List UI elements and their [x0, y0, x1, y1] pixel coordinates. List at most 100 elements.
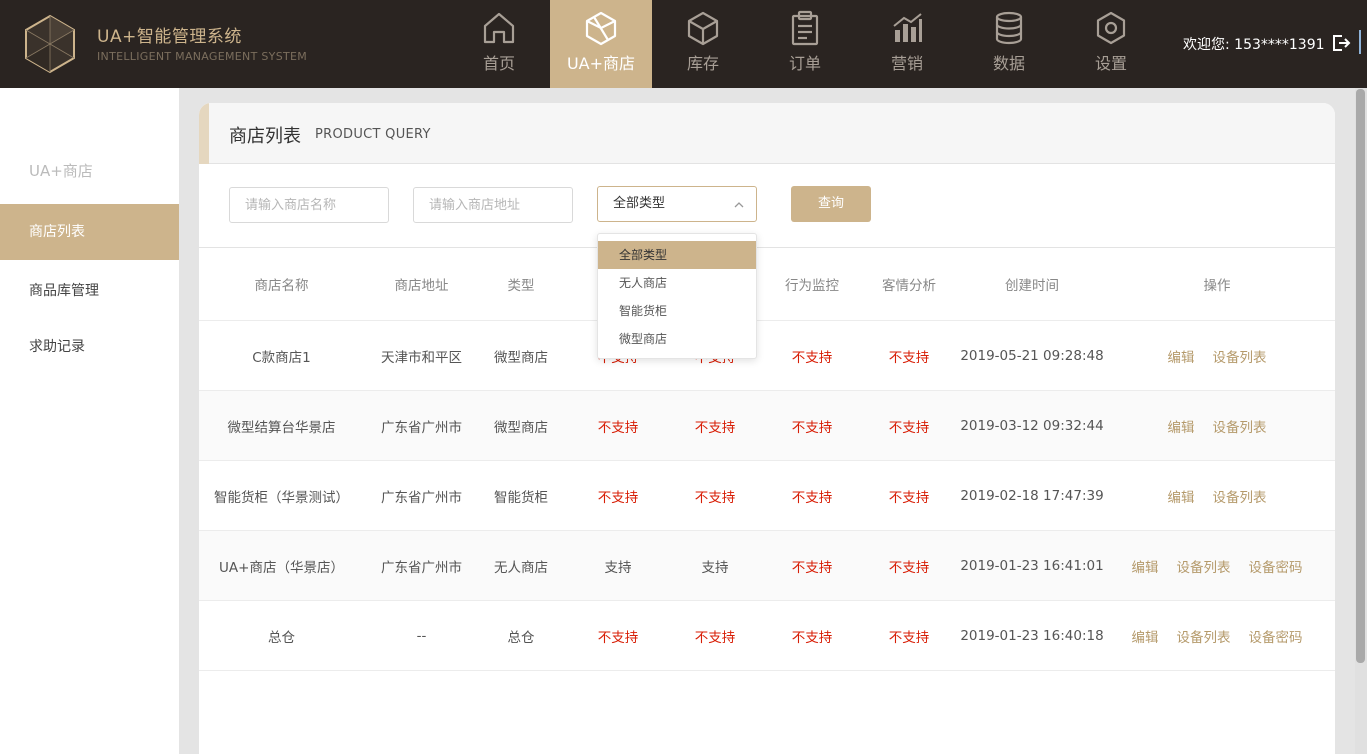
header-actions: 操作 — [1203, 278, 1231, 294]
cell-customer-analysis: 不支持 — [888, 559, 930, 576]
header-created-time: 创建时间 — [1005, 278, 1059, 294]
nav-orders[interactable]: 订单 — [754, 0, 856, 88]
table-row: UA+商店（华景店） 广东省广州市 无人商店 支持 支持 不支持 不支持 201… — [199, 531, 1335, 601]
query-button[interactable]: 查询 — [791, 186, 871, 222]
table-row: 微型结算台华景店 广东省广州市 微型商店 不支持 不支持 不支持 不支持 201… — [199, 391, 1335, 461]
edit-link[interactable]: 编辑 — [1168, 416, 1195, 436]
sidebar-item-help-records[interactable]: 求助记录 — [0, 319, 179, 375]
sidebar-item-product-library[interactable]: 商品库管理 — [0, 263, 179, 319]
nav-home[interactable]: 首页 — [448, 0, 550, 88]
cell-col4: 支持 — [604, 559, 632, 576]
type-select-value: 全部类型 — [613, 196, 666, 211]
device-list-link[interactable]: 设备列表 — [1177, 626, 1231, 646]
edit-link[interactable]: 编辑 — [1168, 486, 1195, 506]
cell-behavior-monitoring: 不支持 — [791, 349, 833, 366]
cell-behavior-monitoring: 不支持 — [791, 489, 833, 506]
nav-label: 库存 — [686, 54, 719, 73]
cell-created-time: 2019-03-12 09:32:44 — [960, 417, 1104, 434]
device-password-link[interactable]: 设备密码 — [1249, 626, 1303, 646]
dropdown-option-smart-cabinet[interactable]: 智能货柜 — [598, 297, 756, 325]
device-list-link[interactable]: 设备列表 — [1177, 556, 1231, 576]
cell-col5: 支持 — [701, 559, 729, 576]
scrollbar-thumb[interactable] — [1356, 89, 1365, 663]
cell-store-name: UA+商店（华景店） — [219, 559, 344, 576]
nav-label: 订单 — [788, 54, 821, 73]
nav-inventory[interactable]: 库存 — [652, 0, 754, 88]
nav-label: 营销 — [890, 54, 923, 73]
card-header: 商店列表 PRODUCT QUERY — [199, 103, 1335, 164]
cell-actions: 编辑 设备列表 — [1117, 461, 1317, 530]
cell-col4: 不支持 — [597, 629, 639, 646]
nav-data[interactable]: 数据 — [958, 0, 1060, 88]
cube-icon — [585, 11, 617, 46]
cell-created-time: 2019-01-23 16:40:18 — [960, 627, 1104, 644]
dropdown-option-unmanned[interactable]: 无人商店 — [598, 269, 756, 297]
sidebar: UA+商店 商店列表 商品库管理 求助记录 — [0, 88, 179, 754]
main-nav: 首页 UA+商店 库存 订单 营销 数据 设置 — [448, 0, 1162, 88]
store-name-input[interactable] — [229, 187, 389, 223]
cell-type: 总仓 — [507, 629, 535, 646]
cell-store-name: 总仓 — [268, 629, 295, 646]
cell-type: 微型商店 — [494, 349, 548, 366]
header-type: 类型 — [507, 278, 535, 294]
cell-col4: 不支持 — [597, 419, 639, 436]
header-behavior-monitoring: 行为监控 — [785, 278, 839, 294]
nav-label: 设置 — [1094, 54, 1127, 73]
table-row: 智能货柜（华景测试） 广东省广州市 智能货柜 不支持 不支持 不支持 不支持 2… — [199, 461, 1335, 531]
cell-store-name: C款商店1 — [252, 349, 311, 366]
device-list-link[interactable]: 设备列表 — [1213, 486, 1267, 506]
table-row: C款商店1 天津市和平区 微型商店 不支持 不支持 不支持 不支持 2019-0… — [199, 321, 1335, 391]
cell-col5: 不支持 — [694, 629, 736, 646]
device-list-link[interactable]: 设备列表 — [1213, 346, 1267, 366]
header-customer-analysis: 客情分析 — [882, 278, 936, 294]
cell-customer-analysis: 不支持 — [888, 489, 930, 506]
nav-label: UA+商店 — [566, 54, 636, 73]
cell-actions: 编辑 设备列表 — [1117, 391, 1317, 460]
page-subtitle: PRODUCT QUERY — [315, 127, 431, 142]
dropdown-option-all[interactable]: 全部类型 — [598, 241, 756, 269]
device-list-link[interactable]: 设备列表 — [1213, 416, 1267, 436]
sidebar-item-store-list[interactable]: 商店列表 — [0, 204, 179, 260]
store-address-input[interactable] — [413, 187, 573, 223]
device-password-link[interactable]: 设备密码 — [1249, 556, 1303, 576]
edit-link[interactable]: 编辑 — [1132, 556, 1159, 576]
header-store-name: 商店名称 — [254, 278, 309, 294]
cell-behavior-monitoring: 不支持 — [791, 559, 833, 576]
window-edge — [1359, 30, 1367, 54]
cell-actions: 编辑 设备列表 设备密码 — [1117, 531, 1317, 600]
type-select[interactable]: 全部类型 — [597, 186, 757, 222]
table-row: 总仓 -- 总仓 不支持 不支持 不支持 不支持 2019-01-23 16:4… — [199, 601, 1335, 671]
bar-chart-icon — [893, 13, 922, 42]
brand-title: UA+智能管理系统 — [97, 27, 242, 47]
cell-actions: 编辑 设备列表 — [1117, 321, 1317, 390]
top-bar: UA+智能管理系统 INTELLIGENT MANAGEMENT SYSTEM … — [0, 0, 1367, 88]
nav-label: 数据 — [992, 54, 1025, 73]
nav-marketing[interactable]: 营销 — [856, 0, 958, 88]
clipboard-icon — [791, 10, 819, 46]
nav-ua-store[interactable]: UA+商店 — [550, 0, 652, 88]
cell-created-time: 2019-05-21 09:28:48 — [960, 347, 1104, 364]
cell-store-name: 智能货柜（华景测试） — [214, 489, 349, 506]
box-icon — [687, 11, 719, 46]
store-table: 商店名称 商店地址 类型 人 行为监控 客情分析 创建时间 操作 C款商店1 天… — [199, 248, 1335, 671]
cell-behavior-monitoring: 不支持 — [791, 419, 833, 436]
edit-link[interactable]: 编辑 — [1168, 346, 1195, 366]
cell-behavior-monitoring: 不支持 — [791, 629, 833, 646]
cell-col4: 不支持 — [597, 489, 639, 506]
logout-icon[interactable] — [1331, 33, 1351, 53]
cell-created-time: 2019-02-18 17:47:39 — [960, 487, 1104, 504]
dropdown-option-micro-store[interactable]: 微型商店 — [598, 325, 756, 353]
cell-type: 微型商店 — [494, 419, 548, 436]
nav-settings[interactable]: 设置 — [1060, 0, 1162, 88]
logo-icon — [25, 14, 75, 74]
table-header-row: 商店名称 商店地址 类型 人 行为监控 客情分析 创建时间 操作 — [199, 248, 1335, 321]
edit-link[interactable]: 编辑 — [1132, 626, 1159, 646]
header-store-address: 商店地址 — [394, 278, 449, 294]
cell-created-time: 2019-01-23 16:41:01 — [960, 557, 1104, 574]
cell-store-address: 广东省广州市 — [381, 419, 462, 436]
page-title: 商店列表 — [229, 126, 301, 147]
cell-col5: 不支持 — [694, 489, 736, 506]
cell-type: 智能货柜 — [494, 489, 548, 506]
home-icon — [483, 12, 515, 44]
main-card: 商店列表 PRODUCT QUERY 全部类型 查询 商店名称 商店地址 类型 … — [199, 103, 1335, 754]
